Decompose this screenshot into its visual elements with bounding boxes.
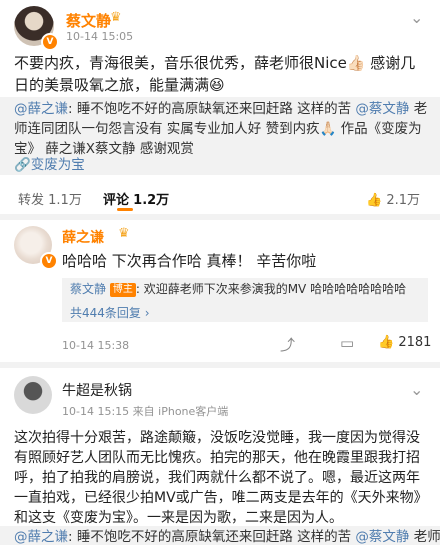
author-tag: 博主 — [109, 283, 136, 297]
post-author-name[interactable]: 蔡文静 — [66, 10, 111, 31]
comment-time: 10-14 15:15 来自 iPhone客户端 — [62, 405, 229, 418]
share-icon[interactable]: ⤴ — [280, 334, 295, 355]
thumb-icon: 👍 — [366, 193, 383, 208]
mention-link[interactable]: @薛之谦 — [14, 101, 68, 117]
mention-link[interactable]: @薛之谦 — [14, 529, 68, 545]
chevron-right-icon: › — [140, 306, 150, 320]
quoted-post-text: @薛之谦: 睡不饱吃不好的高原缺氧还来回赶路 这样的苦 @蔡文静 老师连同团队一… — [14, 101, 428, 157]
comment-text: 这次拍得十分艰苦，路途颠簸，没饭吃没觉睡，我一度因为觉得没有照顾好艺人团队而无比… — [14, 430, 421, 526]
reply-preview-line: 蔡文静 博主: 欢迎薛老师下次来参演我的MV 哈哈哈哈哈哈哈哈 — [70, 282, 407, 297]
comment-author-name[interactable]: 牛超是秋锅 — [62, 380, 132, 400]
mention-link[interactable]: @蔡文静 — [355, 101, 409, 117]
verified-badge-icon: V — [41, 33, 59, 51]
crown-icon: ♛ — [110, 10, 122, 25]
reply-author-link[interactable]: 蔡文静 — [70, 282, 106, 296]
crown-icon: ♛ — [118, 226, 130, 241]
reply-count-link[interactable]: 共444条回复 › — [70, 304, 150, 321]
repost-tab[interactable]: 转发 1.1万 — [18, 189, 82, 208]
section-divider — [0, 214, 440, 220]
comment-icon[interactable]: ▭ — [340, 334, 354, 352]
chevron-down-icon[interactable]: ⌄ — [410, 380, 423, 399]
comment-author-name[interactable]: 薛之谦 — [62, 227, 104, 247]
like-tab[interactable]: 👍 2.1万 — [366, 189, 420, 208]
thumb-icon: 👍 — [378, 335, 395, 350]
post-text: 不要内疚，青海很美，音乐很优秀，薛老师很Nice👍🏻 感谢几日的美景吸氧之旅，能… — [14, 54, 416, 94]
verified-badge-icon: V — [40, 252, 58, 270]
comment-text: 哈哈哈 下次再合作哈 真棒！ 辛苦你啦 — [62, 252, 317, 270]
comment-author-avatar[interactable] — [14, 376, 52, 414]
section-divider — [0, 362, 440, 368]
comment-tab-underline — [117, 208, 133, 211]
mention-link[interactable]: @蔡文静 — [355, 529, 409, 545]
chevron-down-icon[interactable]: ⌄ — [410, 8, 423, 27]
comment-tab[interactable]: 评论 1.2万 — [103, 189, 169, 208]
post-time: 10-14 15:05 — [66, 30, 134, 43]
like-button[interactable]: 👍 2181 — [378, 335, 431, 350]
quoted-post-text: @薛之谦: 睡不饱吃不好的高原缺氧还来回赶路 这样的苦 @蔡文静 老师 — [14, 529, 440, 545]
video-link[interactable]: 🔗变废为宝 — [14, 155, 85, 175]
comment-time: 10-14 15:38 — [62, 339, 130, 352]
